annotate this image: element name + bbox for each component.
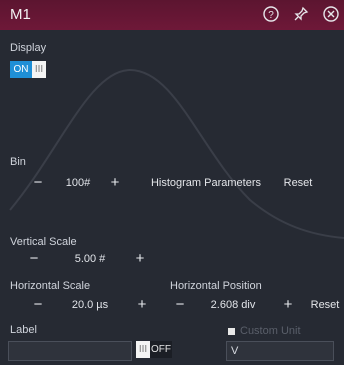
vertical-scale-value[interactable]: 5.00 # xyxy=(60,248,120,270)
custom-unit-label: Custom Unit xyxy=(240,325,301,337)
vertical-scale-decrement-button[interactable]: − xyxy=(24,248,44,270)
horizontal-scale-label: Horizontal Scale xyxy=(10,280,91,292)
bin-reset-button[interactable]: Reset xyxy=(278,172,318,194)
window-title: M1 xyxy=(10,6,31,23)
horizontal-position-decrement-button[interactable]: − xyxy=(170,294,190,316)
custom-unit-input[interactable]: V xyxy=(226,341,334,361)
help-icon[interactable]: ? xyxy=(262,5,280,23)
close-icon[interactable] xyxy=(322,5,340,23)
bin-decrement-button[interactable]: − xyxy=(28,172,48,194)
svg-text:?: ? xyxy=(268,10,274,21)
pin-icon[interactable] xyxy=(292,5,310,23)
bin-value[interactable]: 100# xyxy=(58,172,98,194)
horizontal-scale-decrement-button[interactable]: − xyxy=(28,294,48,316)
horizontal-position-value[interactable]: 2.608 div xyxy=(198,294,268,316)
horizontal-scale-stepper: − 20.0 µs + xyxy=(10,294,160,316)
vertical-scale-increment-button[interactable]: + xyxy=(130,248,150,270)
label-toggle[interactable]: III OFF xyxy=(136,341,172,358)
label-toggle-handle: III xyxy=(136,341,150,358)
display-label: Display xyxy=(10,42,47,54)
display-toggle-handle: III xyxy=(32,61,46,78)
bin-label: Bin xyxy=(10,156,26,168)
title-bar: M1 ? xyxy=(0,0,344,31)
custom-unit-checkbox[interactable] xyxy=(228,328,235,335)
settings-panel: Display ON III Bin − 100# + Histogram Pa… xyxy=(0,30,344,365)
display-toggle-on: ON xyxy=(10,61,32,78)
vertical-scale-label: Vertical Scale xyxy=(10,236,77,248)
histogram-parameters-button[interactable]: Histogram Parameters xyxy=(146,172,266,194)
horizontal-scale-value[interactable]: 20.0 µs xyxy=(60,294,120,316)
label-label: Label xyxy=(10,324,37,336)
label-toggle-off: OFF xyxy=(150,341,172,358)
horizontal-position-label: Horizontal Position xyxy=(170,280,262,292)
horizontal-position-stepper: − 2.608 div + xyxy=(166,294,306,316)
bin-increment-button[interactable]: + xyxy=(105,172,125,194)
label-input[interactable] xyxy=(8,341,132,361)
vertical-scale-stepper: − 5.00 # + xyxy=(10,248,160,270)
display-toggle[interactable]: ON III xyxy=(10,61,46,78)
horizontal-position-increment-button[interactable]: + xyxy=(278,294,298,316)
horizontal-scale-increment-button[interactable]: + xyxy=(132,294,152,316)
bin-stepper: − 100# + xyxy=(10,172,130,194)
horizontal-position-reset-button[interactable]: Reset xyxy=(308,294,342,316)
